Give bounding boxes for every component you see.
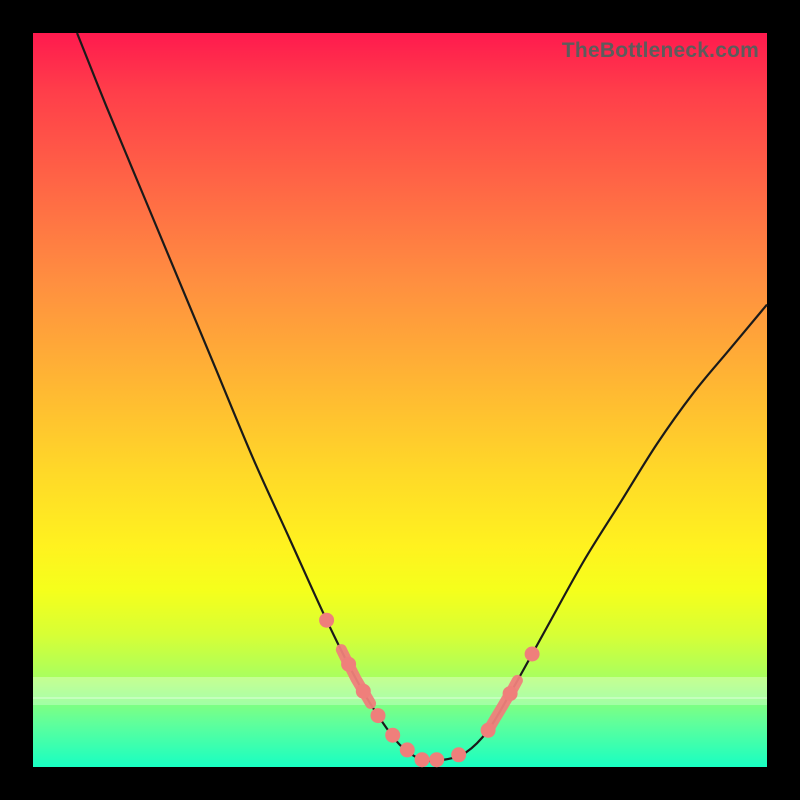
marker-point [385,728,400,743]
marker-point [319,613,334,628]
marker-point [341,657,356,672]
plot-area: TheBottleneck.com [33,33,767,767]
marker-point [451,747,466,762]
marker-point [503,686,518,701]
marker-point [415,752,430,767]
highlighted-markers [319,613,539,768]
curve-layer [33,33,767,767]
marker-point [525,647,540,662]
marker-point [400,742,415,757]
marker-point [481,723,496,738]
marker-point [356,684,371,699]
marker-point [429,752,444,767]
bottleneck-curve [77,33,767,761]
chart-frame: TheBottleneck.com [0,0,800,800]
marker-point [371,708,386,723]
watermark-text: TheBottleneck.com [562,39,759,63]
